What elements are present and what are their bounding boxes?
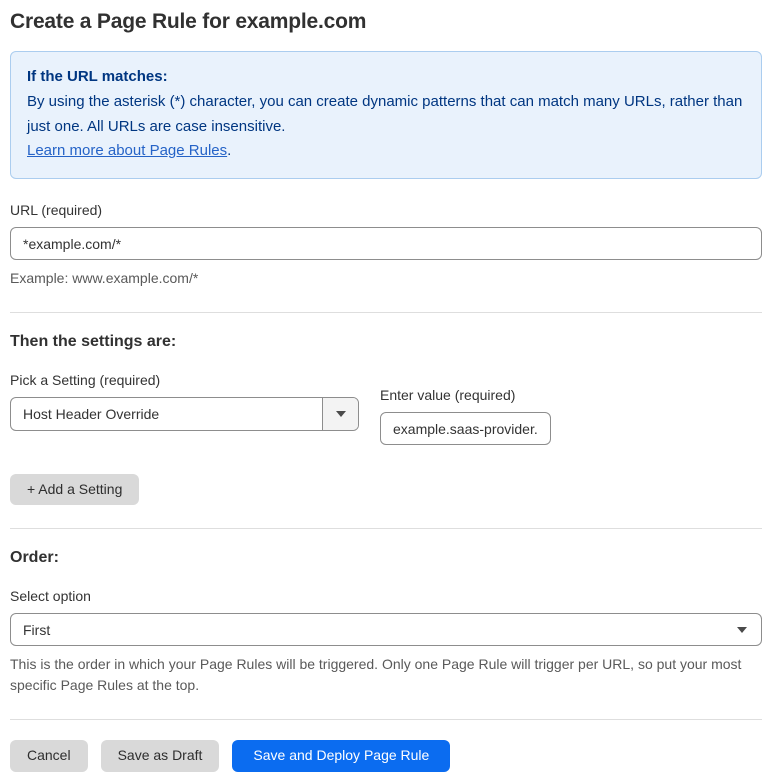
order-selected-value: First [23, 621, 51, 638]
order-helper-text: This is the order in which your Page Rul… [10, 656, 742, 694]
pick-setting-selected-value: Host Header Override [23, 406, 160, 422]
enter-value-column: Enter value (required) [380, 387, 551, 445]
add-setting-button[interactable]: + Add a Setting [10, 474, 140, 506]
url-example-helper: Example: www.example.com/* [10, 270, 199, 286]
page-title: Create a Page Rule for example.com [10, 10, 367, 33]
save-as-draft-button[interactable]: Save as Draft [100, 740, 220, 772]
divider [10, 528, 762, 530]
info-box-heading: If the URL matches: [27, 68, 168, 85]
chevron-down-icon [335, 411, 346, 417]
pick-setting-dropdown-button[interactable] [322, 398, 358, 430]
pick-setting-select[interactable]: Host Header Override [10, 397, 359, 431]
create-page-rule-form: Create a Page Rule for example.com If th… [0, 0, 772, 784]
url-field-label: URL (required) [10, 202, 103, 218]
url-matches-info-box: If the URL matches: By using the asteris… [10, 51, 762, 179]
settings-row: Pick a Setting (required) Host Header Ov… [10, 372, 762, 445]
divider [10, 719, 762, 721]
info-box-link-line: Learn more about Page Rules. [27, 139, 745, 164]
learn-more-link[interactable]: Learn more about Page Rules [27, 142, 227, 159]
pick-setting-label: Pick a Setting (required) [10, 372, 161, 388]
footer-buttons: Cancel Save as Draft Save and Deploy Pag… [10, 740, 762, 772]
cancel-button[interactable]: Cancel [10, 740, 88, 772]
link-period: . [227, 142, 232, 160]
enter-value-label: Enter value (required) [380, 387, 516, 403]
url-input[interactable] [10, 227, 762, 260]
info-box-body: By using the asterisk (*) character, you… [27, 92, 743, 135]
divider [10, 312, 762, 313]
pick-setting-column: Pick a Setting (required) Host Header Ov… [10, 372, 359, 431]
order-select-label: Select option [10, 588, 91, 605]
setting-value-input[interactable] [380, 412, 551, 445]
save-and-deploy-button[interactable]: Save and Deploy Page Rule [232, 740, 451, 772]
settings-section-heading: Then the settings are: [10, 333, 177, 350]
chevron-down-icon [737, 626, 747, 633]
order-select[interactable]: First [10, 613, 762, 647]
add-setting-wrap: + Add a Setting [10, 474, 762, 506]
order-section-heading: Order: [10, 549, 59, 567]
